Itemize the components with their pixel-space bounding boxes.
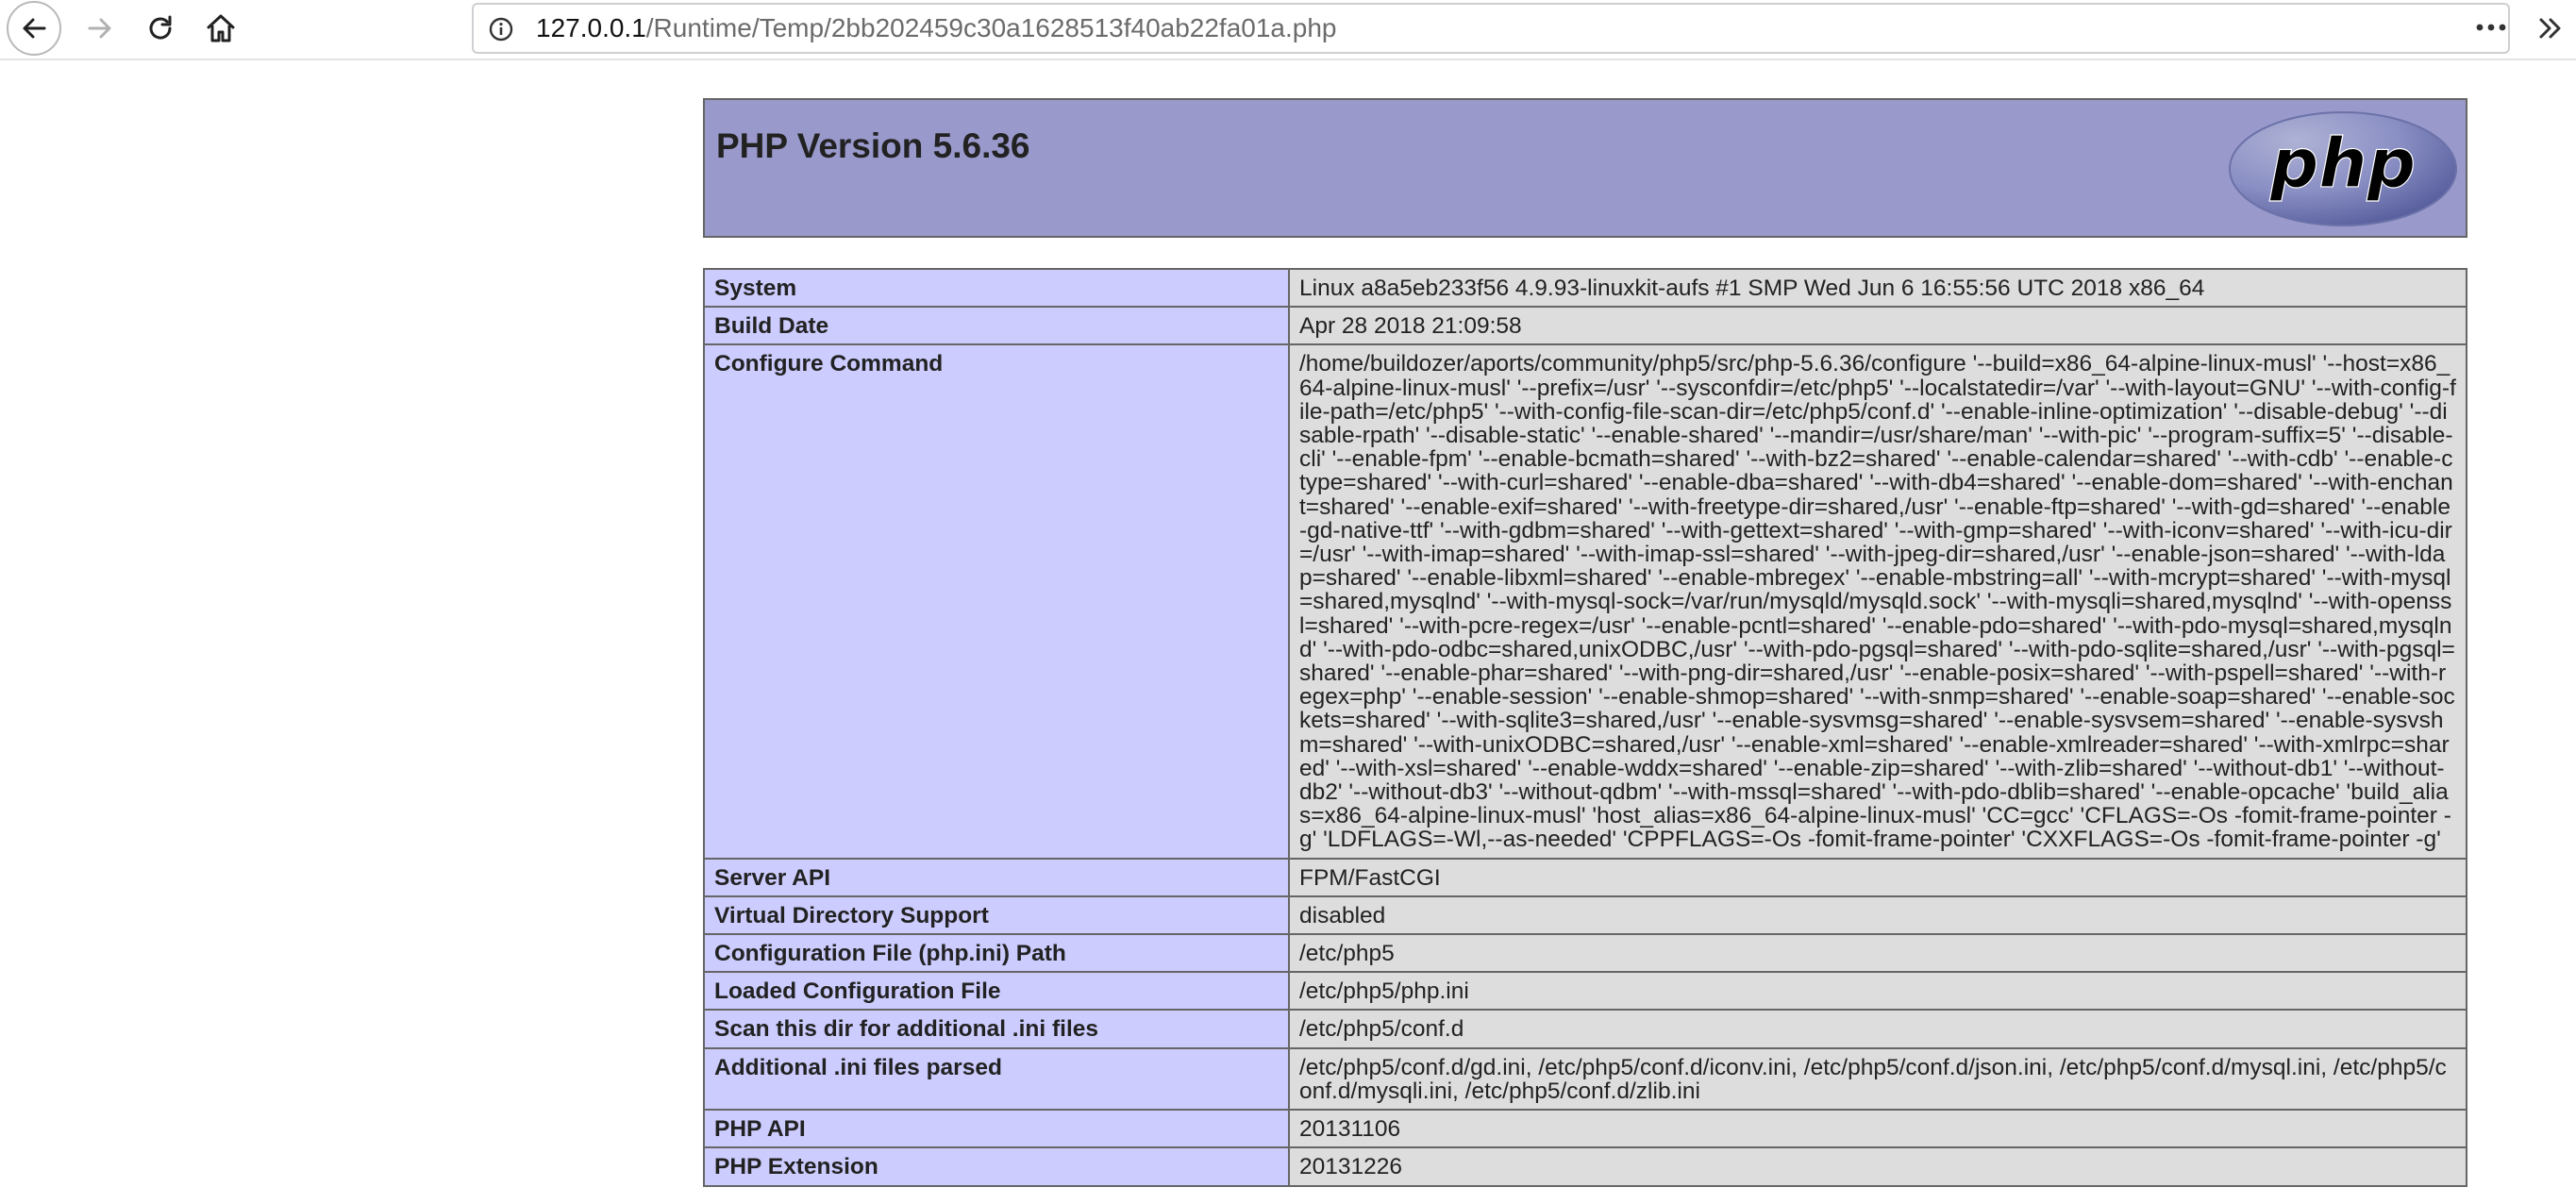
row-value: disabled [1288, 895, 2467, 936]
row-value: 20131226 [1288, 1146, 2467, 1187]
browser-toolbar: 127.0.0.1/Runtime/Temp/2bb202459c30a1628… [0, 0, 2576, 60]
row-label: Loaded Configuration File [703, 971, 1290, 1012]
row-value: 20131106 [1288, 1109, 2467, 1149]
table-row: Loaded Configuration File/etc/php5/php.i… [703, 971, 2467, 1012]
reload-button[interactable] [132, 0, 189, 57]
url-host: 127.0.0.1 [536, 13, 646, 42]
row-label: Configure Command [703, 343, 1290, 860]
table-row: System Linux a8a5eb233f56 4.9.93-linuxkit… [703, 267, 2467, 309]
row-label: Virtual Directory Support [703, 895, 1290, 936]
row-label: Additional .ini files parsed [703, 1046, 1290, 1112]
home-icon [205, 12, 237, 44]
table-row: PHP Extension 20131226 [703, 1146, 2467, 1187]
row-value: FPM/FastCGI [1288, 857, 2467, 897]
info-icon[interactable] [489, 17, 513, 46]
row-value: /home/buildozer/aports/community/php5/sr… [1288, 343, 2467, 860]
forward-button[interactable] [72, 0, 128, 57]
address-bar[interactable]: 127.0.0.1/Runtime/Temp/2bb202459c30a1628… [472, 3, 2510, 54]
row-label: PHP Extension [703, 1146, 1290, 1187]
php-logo-text: php [2269, 124, 2416, 203]
more-dots-icon[interactable] [2472, 13, 2510, 42]
php-version-header: PHP Version 5.6.36 php [703, 98, 2467, 238]
forward-arrow-icon [86, 14, 114, 42]
table-row: Configuration File (php.ini) Path/etc/ph… [703, 933, 2467, 974]
row-value: Linux a8a5eb233f56 4.9.93-linuxkit-aufs … [1288, 267, 2467, 309]
php-logo[interactable]: php [2227, 109, 2459, 228]
row-value: Apr 28 2018 21:09:58 [1288, 306, 2467, 346]
row-label: Server API [703, 857, 1290, 897]
table-row: Scan this dir for additional .ini files /… [703, 1009, 2467, 1049]
table-row: Additional .ini files parsed/etc/php5/co… [703, 1046, 2467, 1112]
url-path: /Runtime/Temp/2bb202459c30a1628513f40ab2… [645, 13, 1337, 42]
row-value: /etc/php5 [1288, 933, 2467, 974]
table-row: Build Date Apr 28 2018 21:09:58 [703, 306, 2467, 346]
table-row: Configure Command/home/buildozer/aports/… [703, 343, 2467, 860]
row-label: Configuration File (php.ini) Path [703, 933, 1290, 974]
row-label: Scan this dir for additional .ini files [703, 1009, 1290, 1049]
row-value: /etc/php5/php.ini [1288, 971, 2467, 1012]
reload-icon [145, 13, 176, 43]
page-title: PHP Version 5.6.36 [716, 126, 1030, 165]
table-row: PHP API 20131106 [703, 1109, 2467, 1149]
table-row: Server API FPM/FastCGI [703, 857, 2467, 897]
back-button[interactable] [4, 0, 64, 57]
row-label: System [703, 267, 1290, 309]
row-label: PHP API [703, 1109, 1290, 1149]
home-button[interactable] [192, 0, 249, 57]
row-value: /etc/php5/conf.d [1288, 1009, 2467, 1049]
url-text[interactable]: 127.0.0.1/Runtime/Temp/2bb202459c30a1628… [536, 5, 1337, 52]
table-row: Virtual Directory Support disabled [703, 895, 2467, 936]
row-label: Build Date [703, 306, 1290, 346]
row-value: /etc/php5/conf.d/gd.ini, /etc/php5/conf.… [1288, 1046, 2467, 1112]
back-arrow-icon [7, 1, 61, 56]
chevron-right-icon[interactable] [2533, 13, 2567, 43]
info-table: System Linux a8a5eb233f56 4.9.93-linuxkit… [703, 267, 2467, 1187]
